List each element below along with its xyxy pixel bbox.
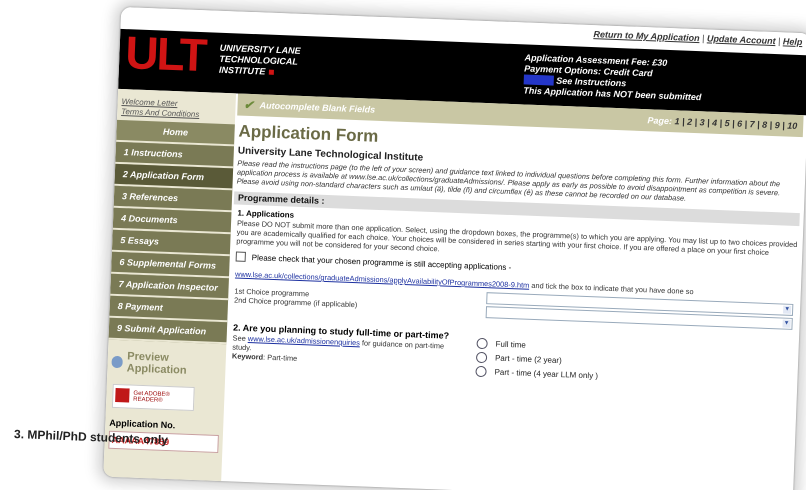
screenshot-stage: Return to My Application | Update Accoun… — [0, 0, 806, 490]
chevron-down-icon: ▾ — [782, 319, 791, 328]
q2-keyword: : Part-time — [262, 352, 298, 363]
page-links[interactable]: 1 | 2 | 3 | 4 | 5 | 6 | 7 | 8 | 9 | 10 — [674, 116, 797, 131]
adobe-icon — [115, 387, 130, 403]
programme-checkbox[interactable] — [235, 251, 246, 262]
radio-full-time-label: Full time — [495, 339, 526, 350]
site-logo: ULT — [124, 26, 207, 82]
top-links: Return to My Application | Update Accoun… — [593, 29, 802, 47]
return-link[interactable]: Return to My Application — [593, 29, 699, 43]
availability-link[interactable]: www.lse.ac.uk/collections/graduateAdmiss… — [235, 269, 530, 289]
radio-part-time-2-label: Part - time (2 year) — [494, 353, 562, 366]
page-navigation: Page: 1 | 2 | 3 | 4 | 5 | 6 | 7 | 8 | 9 … — [647, 115, 797, 131]
preview-icon — [111, 355, 124, 369]
sidebar-nav: Home 1 Instructions 2 Application Form 3… — [108, 119, 235, 345]
separator: | — [701, 33, 705, 44]
institute-line-3-text: INSTITUTE — [218, 64, 266, 77]
radio-part-time-4-label: Part - time (4 year LLM only ) — [494, 367, 599, 381]
application-number-label: Application No. — [109, 417, 176, 431]
radio-part-time-4[interactable]: Part - time (4 year LLM only ) — [475, 365, 599, 382]
radio-button[interactable] — [476, 337, 488, 350]
radio-button[interactable] — [475, 351, 488, 364]
q2-keyword-label: Keyword — [231, 351, 264, 362]
logo-dot — [268, 69, 274, 75]
separator: | — [777, 36, 781, 47]
radio-part-time-2[interactable]: Part - time (2 year) — [475, 351, 599, 368]
adobe-reader-badge[interactable]: Get ADOBE® READER® — [111, 383, 195, 412]
chevron-down-icon: ▾ — [782, 305, 792, 314]
preview-label: Preview Application — [126, 350, 187, 377]
sidebar-item-submit-application[interactable]: 9 Submit Application — [108, 317, 228, 345]
sidebar: Welcome Letter Terms And Conditions Home… — [103, 88, 237, 482]
checkmark-icon: ✔ — [243, 97, 254, 113]
adobe-label: Get ADOBE® READER® — [133, 390, 170, 404]
radio-button[interactable] — [475, 365, 487, 378]
browser-page: Return to My Application | Update Accoun… — [103, 6, 806, 490]
q2-see: See — [232, 333, 246, 343]
preview-application-link[interactable]: Preview Application — [107, 350, 226, 379]
highlight-bar — [523, 74, 554, 86]
autocomplete-button[interactable]: Autocomplete Blank Fields — [259, 100, 375, 114]
programme-checkbox-label: Please check that your chosen programme … — [251, 252, 512, 272]
main-content: ✔ Autocomplete Blank Fields Page: 1 | 2 … — [223, 93, 804, 490]
study-mode-radios: Full time Part - time (2 year) Part - ti… — [475, 337, 599, 385]
help-link[interactable]: Help — [783, 36, 803, 47]
institute-name: UNIVERSITY LANE TECHNOLOGICAL INSTITUTE — [219, 43, 301, 79]
fee-info: Application Assessment Fee: £30 Payment … — [523, 52, 703, 103]
pages-label: Page: — [647, 115, 673, 127]
update-account-link[interactable]: Update Account — [707, 33, 776, 46]
